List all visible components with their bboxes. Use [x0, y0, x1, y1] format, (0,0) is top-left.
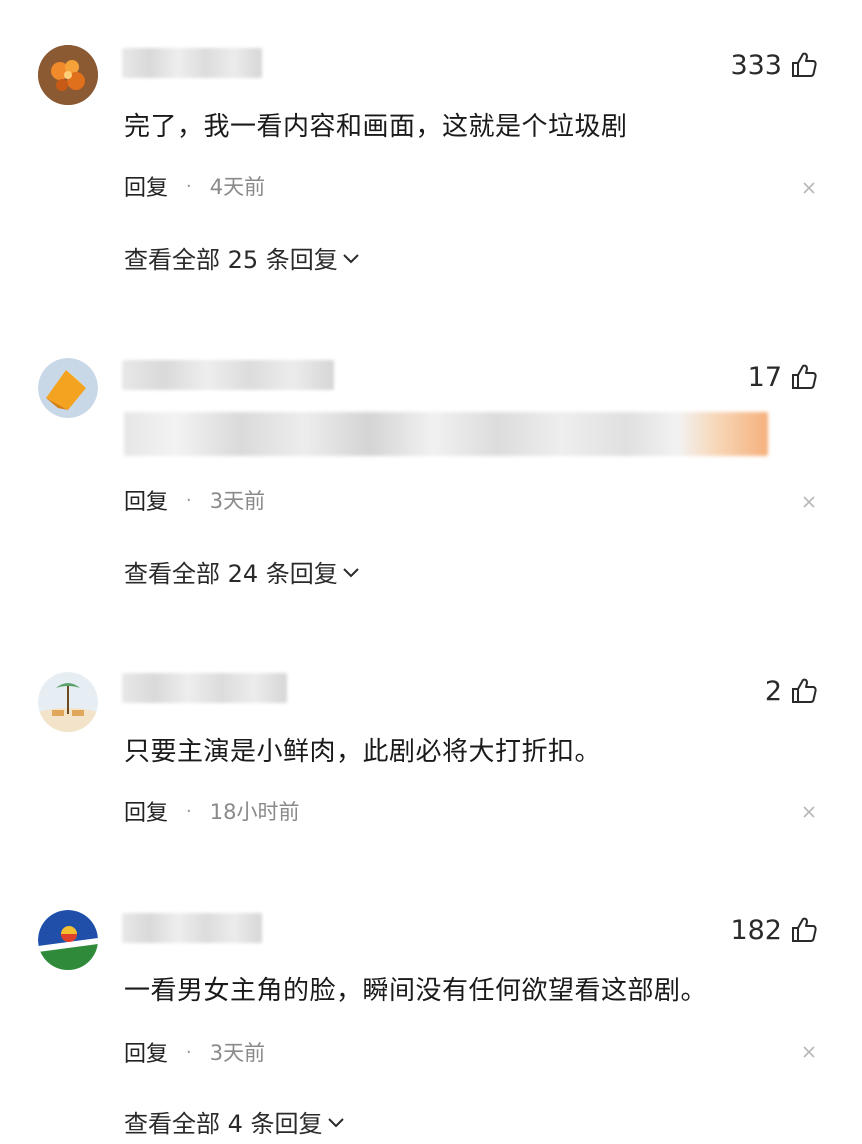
view-all-replies-button[interactable]: 查看全部 25 条回复 — [124, 240, 360, 275]
username-blurred[interactable] — [122, 48, 262, 78]
timestamp: 18小时前 — [209, 800, 300, 824]
chevron-down-icon — [343, 253, 359, 263]
comment-meta: 回复 · 3天前 — [124, 1036, 265, 1068]
close-icon[interactable] — [802, 495, 816, 509]
comment-text-blurred — [124, 412, 768, 456]
view-all-replies-button[interactable]: 查看全部 24 条回复 — [124, 554, 360, 589]
avatar[interactable] — [38, 910, 98, 970]
like-count: 17 — [747, 361, 782, 393]
close-icon[interactable] — [802, 805, 816, 819]
separator-dot: · — [186, 1041, 192, 1063]
thumbs-up-icon — [792, 917, 817, 942]
comment-text: 只要主演是小鲜肉，此剧必将大打折扣。 — [124, 737, 602, 767]
reply-button[interactable]: 回复 — [124, 1036, 168, 1068]
separator-dot: · — [186, 489, 192, 511]
chevron-down-icon — [327, 1117, 344, 1127]
avatar[interactable] — [38, 672, 98, 732]
view-all-label: 查看全部 4 条回复 — [124, 1110, 323, 1138]
view-all-label: 查看全部 25 条回复 — [124, 246, 338, 274]
username-blurred[interactable] — [122, 913, 262, 943]
like-button[interactable]: 182 — [730, 913, 818, 947]
like-count: 2 — [764, 675, 782, 707]
timestamp: 3天前 — [209, 1041, 266, 1065]
like-button[interactable]: 2 — [765, 674, 818, 708]
timestamp: 4天前 — [209, 175, 266, 199]
username-blurred[interactable] — [122, 673, 287, 703]
comment-meta: 回复 · 18小时前 — [124, 795, 299, 827]
thumbs-up-icon — [792, 364, 817, 389]
comment-meta: 回复 · 4天前 — [124, 170, 265, 202]
chevron-down-icon — [343, 567, 359, 577]
close-icon[interactable] — [802, 1045, 816, 1059]
avatar[interactable] — [38, 358, 98, 418]
reply-button[interactable]: 回复 — [124, 795, 168, 827]
timestamp: 3天前 — [209, 489, 266, 513]
reply-button[interactable]: 回复 — [124, 484, 168, 516]
username-blurred[interactable] — [122, 360, 334, 390]
reply-button[interactable]: 回复 — [124, 170, 168, 202]
thumbs-up-icon — [792, 678, 817, 703]
like-button[interactable]: 333 — [730, 48, 818, 82]
like-count: 182 — [730, 914, 782, 946]
separator-dot: · — [186, 800, 192, 822]
avatar[interactable] — [38, 45, 98, 105]
like-button[interactable]: 17 — [748, 360, 818, 394]
like-count: 333 — [730, 49, 782, 81]
separator-dot: · — [186, 175, 192, 197]
view-all-replies-button[interactable]: 查看全部 4 条回复 — [124, 1104, 345, 1139]
close-icon[interactable] — [802, 181, 816, 195]
thumbs-up-icon — [792, 52, 817, 77]
comment-text: 一看男女主角的脸，瞬间没有任何欲望看这部剧。 — [124, 976, 708, 1006]
comment-meta: 回复 · 3天前 — [124, 484, 265, 516]
view-all-label: 查看全部 24 条回复 — [124, 560, 338, 588]
comment-text: 完了，我一看内容和画面，这就是个垃圾剧 — [124, 112, 628, 142]
